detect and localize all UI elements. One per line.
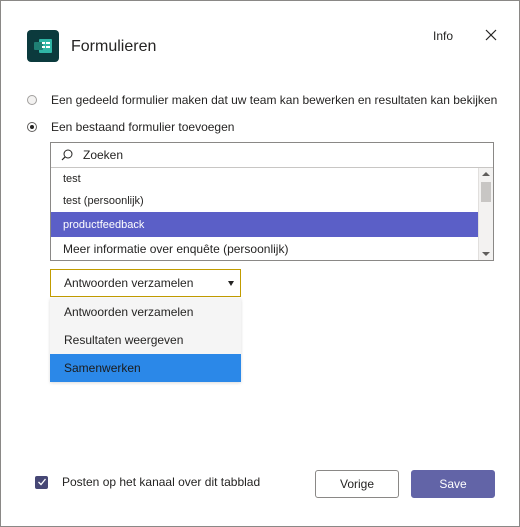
action-dropdown-menu: Antwoorden verzamelen Resultaten weergev…	[50, 298, 241, 382]
option-add-existing-form-label: Een bestaand formulier toevoegen	[51, 120, 235, 134]
menu-item-collect-responses[interactable]: Antwoorden verzamelen	[50, 298, 241, 326]
form-list: test test (persoonlijk) productfeedback …	[51, 168, 479, 260]
menu-item-view-results[interactable]: Resultaten weergeven	[50, 326, 241, 354]
close-button[interactable]	[482, 26, 500, 44]
option-add-existing-form[interactable]: Een bestaand formulier toevoegen	[27, 120, 234, 134]
scroll-up-icon[interactable]	[482, 172, 490, 176]
menu-item-collaborate[interactable]: Samenwerken	[50, 354, 241, 382]
option-create-shared-form[interactable]: Een gedeeld formulier maken dat uw team …	[27, 93, 497, 107]
save-button[interactable]: Save	[411, 470, 495, 498]
list-item-selected[interactable]: productfeedback	[51, 212, 479, 237]
search-input[interactable]	[83, 148, 463, 162]
search-icon	[61, 149, 73, 161]
back-button[interactable]: Vorige	[315, 470, 399, 498]
chevron-down-icon	[228, 281, 234, 286]
radio-add-existing-form[interactable]	[27, 122, 37, 132]
dialog-title: Formulieren	[71, 38, 157, 55]
scroll-down-icon[interactable]	[482, 252, 490, 256]
post-to-channel-label: Posten op het kanaal over dit tabblad	[62, 475, 261, 489]
option-create-shared-form-label: Een gedeeld formulier maken dat uw team …	[51, 93, 498, 107]
search-box[interactable]	[51, 143, 493, 168]
close-icon	[485, 29, 497, 41]
forms-dialog: Formulieren Info Een gedeeld formulier m…	[0, 0, 520, 527]
info-link[interactable]: Info	[433, 29, 453, 43]
form-picker: test test (persoonlijk) productfeedback …	[50, 142, 494, 261]
action-dropdown-value: Antwoorden verzamelen	[64, 276, 194, 290]
list-scrollbar[interactable]	[478, 168, 493, 260]
action-dropdown[interactable]: Antwoorden verzamelen	[50, 269, 241, 297]
forms-app-icon	[27, 30, 59, 62]
list-item[interactable]: test (persoonlijk)	[51, 190, 479, 212]
post-to-channel-option[interactable]: Posten op het kanaal over dit tabblad	[35, 475, 260, 489]
list-item[interactable]: test	[51, 168, 479, 190]
checkmark-icon	[37, 478, 46, 486]
list-item[interactable]: Meer informatie over enquête (persoonlij…	[51, 237, 479, 260]
post-to-channel-checkbox[interactable]	[35, 475, 48, 489]
scroll-thumb[interactable]	[481, 182, 491, 202]
radio-create-shared-form[interactable]	[27, 95, 37, 105]
